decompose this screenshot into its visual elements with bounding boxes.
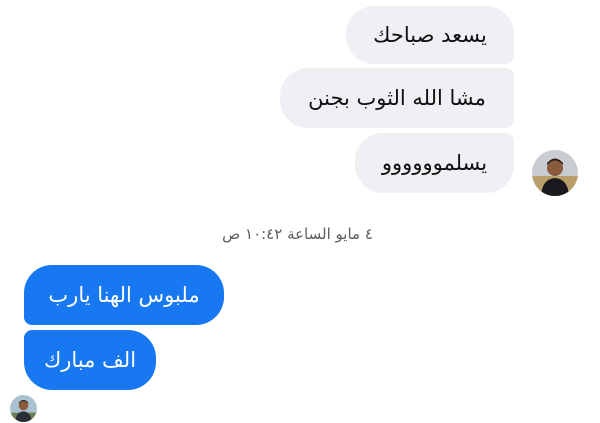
- incoming-message-bubble[interactable]: يسلموووووو: [355, 133, 514, 193]
- incoming-message-bubble[interactable]: يسعد صباحك: [346, 6, 514, 64]
- message-text: مشا الله الثوب بجنن: [308, 85, 486, 110]
- outgoing-message-bubble[interactable]: ملبوس الهنا يارب: [24, 265, 224, 325]
- contact-avatar[interactable]: [532, 150, 578, 196]
- avatar-photo-icon: [532, 150, 578, 196]
- message-text: يسعد صباحك: [373, 22, 487, 47]
- avatar-photo-icon: [10, 395, 37, 422]
- message-timestamp: ٤ مايو الساعة ١٠:٤٢ ص: [222, 225, 373, 243]
- outgoing-message-bubble[interactable]: الف مبارك: [24, 330, 156, 390]
- self-avatar[interactable]: [10, 395, 37, 422]
- incoming-message-bubble[interactable]: مشا الله الثوب بجنن: [280, 68, 514, 128]
- message-text: ملبوس الهنا يارب: [48, 282, 200, 307]
- message-thread: يسعد صباحك مشا الله الثوب بجنن يسلمووووو…: [0, 0, 600, 423]
- message-text: الف مبارك: [43, 347, 137, 372]
- message-text: يسلموووووو: [381, 150, 488, 175]
